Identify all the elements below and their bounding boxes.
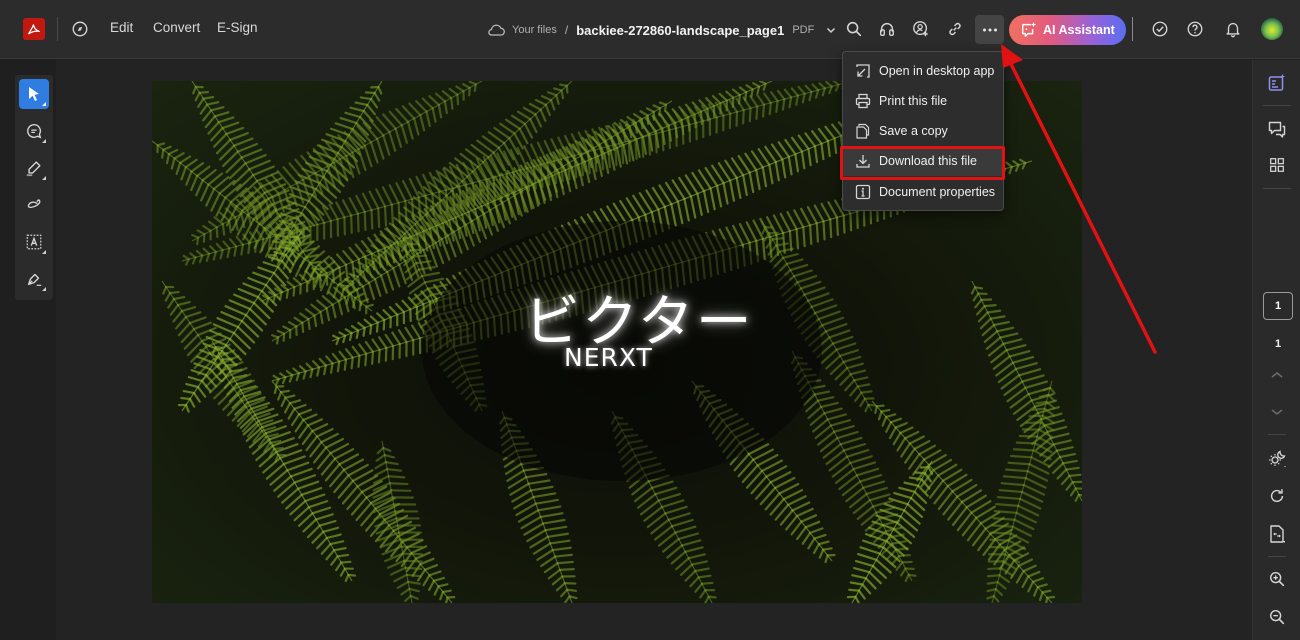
cloud-icon <box>488 24 505 36</box>
highlight-tool-button[interactable] <box>19 153 49 183</box>
rail-divider <box>1263 105 1291 106</box>
menu-item-label: Save a copy <box>879 124 948 138</box>
submenu-indicator <box>42 102 46 106</box>
breadcrumb-separator: / <box>564 23 569 37</box>
ai-assistant-button[interactable]: AI Assistant <box>1009 15 1126 45</box>
ai-assistant-icon <box>1021 21 1037 38</box>
menu-item-download[interactable]: Download this file <box>843 146 1003 176</box>
avatar[interactable] <box>1261 18 1283 40</box>
toolbar-divider <box>57 17 58 41</box>
comment-icon <box>27 124 42 139</box>
file-type: PDF <box>792 24 815 36</box>
nav-edit[interactable]: Edit <box>110 20 133 35</box>
printer-icon <box>854 92 872 110</box>
ai-assistant-label: AI Assistant <box>1043 23 1115 37</box>
menu-item-save-copy[interactable]: Save a copy <box>843 116 1003 146</box>
link-icon[interactable] <box>942 16 968 42</box>
menu-item-label: Open in desktop app <box>879 64 995 78</box>
theme-toggle-icon[interactable] <box>1265 447 1289 471</box>
page-up-icon[interactable] <box>1265 363 1289 387</box>
document-title-logo: NERXT <box>564 343 653 372</box>
thumbnails-grid-icon[interactable] <box>1265 153 1289 177</box>
right-rail: 1 1 <box>1252 60 1300 640</box>
toolbar-divider <box>1132 17 1133 41</box>
search-icon[interactable] <box>841 16 867 42</box>
ai-summary-icon[interactable] <box>1265 71 1289 95</box>
draw-tool-button[interactable] <box>19 190 49 220</box>
share-user-icon[interactable] <box>908 16 934 42</box>
submenu-indicator <box>42 287 46 291</box>
fern-frond <box>372 440 424 603</box>
submenu-indicator <box>42 176 46 180</box>
cursor-arrow-icon <box>29 87 39 101</box>
breadcrumb-your-files[interactable]: Your files <box>512 24 557 36</box>
comment-tool-button[interactable] <box>19 116 49 146</box>
text-tool-button[interactable] <box>19 227 49 257</box>
fountain-pen-icon <box>27 273 42 286</box>
text-box-icon <box>26 234 42 250</box>
more-options-menu: Open in desktop app Print this file Save… <box>842 51 1004 211</box>
zoom-in-icon[interactable] <box>1265 567 1289 591</box>
freehand-draw-icon <box>27 199 41 209</box>
menu-item-label: Document properties <box>879 185 996 199</box>
nav-convert[interactable]: Convert <box>153 20 200 35</box>
rotate-icon[interactable] <box>1265 484 1289 508</box>
submenu-indicator <box>42 250 46 254</box>
download-icon <box>854 152 872 170</box>
current-page-input[interactable]: 1 <box>1263 292 1293 320</box>
chevron-down-icon[interactable] <box>826 25 836 35</box>
headphones-icon[interactable] <box>874 16 900 42</box>
rail-divider <box>1263 188 1291 189</box>
menu-item-label: Print this file <box>879 94 948 108</box>
open-external-icon <box>854 62 872 80</box>
help-icon[interactable] <box>1182 16 1208 42</box>
file-name[interactable]: backiee-272860-landscape_page1 <box>576 23 784 38</box>
select-tool-button[interactable] <box>19 79 49 109</box>
pen-highlight-icon <box>26 161 41 177</box>
menu-item-open-desktop[interactable]: Open in desktop app <box>843 56 1003 86</box>
comments-panel-icon[interactable] <box>1265 117 1289 141</box>
menu-item-print[interactable]: Print this file <box>843 86 1003 116</box>
bell-icon[interactable] <box>1220 16 1246 42</box>
nav-esign[interactable]: E-Sign <box>217 20 258 35</box>
fern-frond <box>271 380 456 603</box>
sign-tool-button[interactable] <box>19 264 49 294</box>
acrobat-logo-icon <box>28 24 40 35</box>
menu-item-properties[interactable]: Document properties <box>843 177 1003 207</box>
fern-frond <box>986 380 1056 603</box>
page-fit-icon[interactable] <box>1265 522 1289 546</box>
rail-divider <box>1268 556 1286 557</box>
zoom-out-icon[interactable] <box>1265 605 1289 629</box>
more-options-button[interactable] <box>975 15 1004 44</box>
copy-icon <box>854 122 872 140</box>
rail-divider <box>1268 434 1286 435</box>
total-pages: 1 <box>1274 338 1282 350</box>
more-icon <box>982 28 997 31</box>
acrobat-logo[interactable] <box>23 18 45 40</box>
tools-compass-icon[interactable] <box>71 20 89 38</box>
breadcrumb: Your files / backiee-272860-landscape_pa… <box>486 20 836 40</box>
fern-frond <box>970 280 1082 502</box>
submenu-indicator <box>42 139 46 143</box>
info-icon <box>854 183 872 201</box>
page-down-icon[interactable] <box>1265 400 1289 424</box>
left-toolbar <box>15 75 53 300</box>
top-toolbar: Edit Convert E-Sign Your files / backiee… <box>0 0 1300 59</box>
checkmark-circle-icon[interactable] <box>1147 16 1173 42</box>
menu-item-label: Download this file <box>879 154 977 168</box>
